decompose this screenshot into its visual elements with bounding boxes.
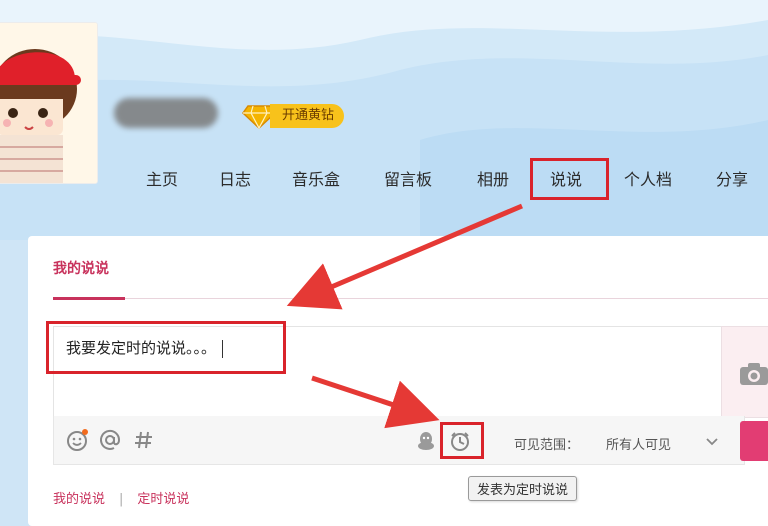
nav-item-album[interactable]: 相册 [477, 166, 509, 194]
nav-item-music[interactable]: 音乐盒 [292, 166, 340, 194]
clock-icon[interactable] [449, 430, 471, 452]
shuoshuo-tabs: 我的说说 | 定时说说 [53, 488, 189, 507]
camera-icon [740, 363, 768, 385]
post-input-value: 我要发定时的说说。。。 [66, 339, 217, 357]
title-divider [53, 298, 768, 299]
nav-item-home[interactable]: 主页 [146, 166, 178, 194]
qq-penguin-icon[interactable] [417, 430, 435, 452]
title-underline [53, 297, 125, 300]
profile-nav: 主页 日志 音乐盒 留言板 相册 说说 个人档 分享 [0, 166, 768, 194]
chevron-down-icon[interactable] [706, 437, 718, 447]
schedule-tooltip: 发表为定时说说 [468, 476, 578, 501]
publish-button[interactable] [740, 421, 768, 461]
emoji-icon[interactable] [66, 429, 88, 451]
at-icon[interactable] [99, 429, 121, 451]
tab-my-shuoshuo[interactable]: 我的说说 [53, 492, 105, 507]
nav-item-blog[interactable]: 日志 [219, 166, 251, 194]
vip-badge[interactable]: 开通黄钻 [242, 102, 345, 130]
nav-item-profile[interactable]: 个人档 [624, 166, 672, 194]
tab-scheduled-shuoshuo[interactable]: 定时说说 [137, 492, 189, 507]
tab-separator: | [119, 492, 124, 507]
nav-item-share[interactable]: 分享 [716, 166, 748, 194]
nav-item-shuoshuo[interactable]: 说说 [550, 166, 582, 194]
visibility-label: 可见范围： [514, 438, 580, 453]
hashtag-icon[interactable] [134, 430, 154, 450]
username-blurred [114, 98, 218, 128]
panel-title: 我的说说 [53, 261, 109, 277]
text-caret [222, 339, 224, 358]
avatar-cartoon-girl [0, 23, 97, 183]
vip-label: 开通黄钻 [270, 104, 345, 128]
nav-item-guestbook[interactable]: 留言板 [384, 166, 432, 194]
avatar[interactable] [0, 22, 98, 184]
visibility-select[interactable]: 所有人可见 [606, 434, 671, 453]
photo-upload-area[interactable] [721, 326, 768, 418]
post-input-text: 我要发定时的说说。。。 [66, 336, 224, 360]
